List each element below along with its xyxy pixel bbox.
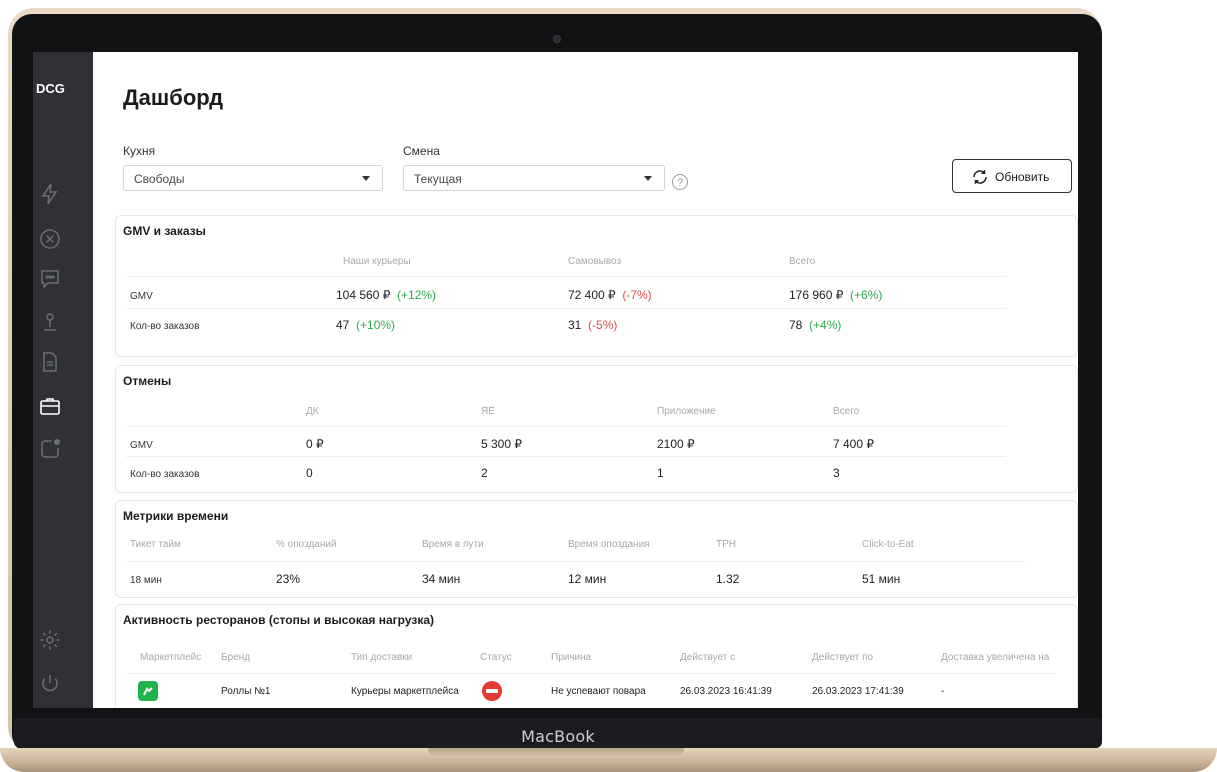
cancels-orders-total: 3 (833, 466, 840, 480)
stop-icon (482, 681, 502, 701)
cancels-orders-app: 1 (657, 466, 664, 480)
logo[interactable]: DCG (36, 77, 65, 101)
sidebar: DCG (33, 52, 93, 708)
kitchen-label: Кухня (123, 144, 156, 158)
tm-col-travel: Время в пути (422, 539, 484, 550)
marketplace-icon (138, 681, 158, 701)
kitchen-value: Свободы (134, 172, 185, 186)
cancels-orders-label: Кол-во заказов (130, 469, 200, 480)
orders-pickup-value: 31 (-5%) (568, 318, 618, 332)
cancels-col-dk: ДК (306, 406, 319, 417)
tm-col-delay: Время опоздания (568, 539, 650, 550)
tm-delay-value: 12 мин (568, 572, 607, 586)
cancels-col-ye: ЯЕ (481, 406, 495, 417)
lightning-icon[interactable] (38, 182, 62, 206)
act-increase: - (941, 686, 945, 697)
act-to: 26.03.2023 17:41:39 (812, 686, 904, 697)
act-col-from: Действует с (680, 652, 736, 663)
time-metrics-card: Метрики времени Тикет тайм % опозданий В… (115, 500, 1078, 598)
refresh-label: Обновить (995, 170, 1050, 184)
app-screen: DCG Дашборд Кухня Свободы Смена Текущая … (33, 52, 1078, 708)
cancels-orders-dk: 0 (306, 466, 313, 480)
gmv-title: GMV и заказы (123, 224, 206, 238)
gmv-card: GMV и заказы Наши курьеры Самовывоз Всег… (115, 215, 1078, 357)
tm-late-value: 23% (276, 572, 301, 586)
kitchen-select[interactable]: Свободы (123, 165, 383, 191)
page-title: Дашборд (123, 85, 224, 110)
cancels-gmv-dk: 0 ₽ (306, 437, 324, 451)
camera-icon (553, 35, 561, 43)
divider (126, 276, 1006, 277)
orders-total-value: 78 (+4%) (789, 318, 842, 332)
chevron-down-icon (644, 176, 652, 181)
gmv-row-label: GMV (130, 291, 153, 302)
cancels-gmv-label: GMV (130, 440, 153, 451)
tm-tph-value: 1.32 (716, 572, 740, 586)
tm-col-click: Click-to-Eat (862, 539, 914, 550)
tm-ticket-value: 18 мин (130, 575, 162, 586)
tm-col-tph: TPH (716, 539, 736, 550)
cancels-gmv-app: 2100 ₽ (657, 437, 695, 451)
main-content: Дашборд Кухня Свободы Смена Текущая ? Об… (93, 52, 1078, 708)
cancels-orders-ye: 2 (481, 466, 488, 480)
act-col-brand: Бренд (221, 652, 251, 663)
notification-icon[interactable] (38, 437, 62, 461)
tm-col-ticket: Тикет тайм (130, 539, 181, 550)
help-icon[interactable]: ? (672, 174, 688, 190)
refresh-icon (973, 170, 987, 184)
cancels-col-app: Приложение (657, 406, 716, 417)
brand-label: MacBook (521, 727, 595, 746)
act-delivery: Курьеры маркетплейса (351, 686, 459, 697)
cancels-card: Отмены ДК ЯЕ Приложение Всего GMV 0 ₽ 5 … (115, 365, 1078, 493)
act-from: 26.03.2023 16:41:39 (680, 686, 772, 697)
orders-row-label: Кол-во заказов (130, 321, 200, 332)
shift-label: Смена (403, 144, 440, 158)
act-col-to: Действует по (812, 652, 874, 663)
tm-click-value: 51 мин (862, 572, 901, 586)
activity-title: Активность ресторанов (стопы и высокая н… (123, 613, 434, 627)
tm-travel-value: 34 мин (422, 572, 461, 586)
shift-value: Текущая (414, 172, 462, 186)
act-reason: Не успевают повара (551, 686, 646, 697)
joystick-icon[interactable] (38, 310, 62, 334)
tm-col-late: % опозданий (276, 539, 337, 550)
document-icon[interactable] (38, 350, 62, 374)
time-metrics-title: Метрики времени (123, 509, 229, 523)
chevron-down-icon (362, 176, 370, 181)
gmv-total-value: 176 960 ₽ (+6%) (789, 288, 883, 302)
act-col-reason: Причина (551, 652, 592, 663)
close-circle-icon[interactable] (38, 227, 62, 251)
act-col-marketplace: Маркетплейс (140, 652, 202, 663)
act-col-delivery: Тип доставки (351, 652, 413, 663)
divider (126, 426, 1006, 427)
divider (126, 456, 1006, 457)
briefcase-icon[interactable] (38, 394, 62, 418)
laptop-notch (428, 748, 684, 758)
divider (126, 308, 1006, 309)
gear-icon[interactable] (38, 628, 62, 652)
refresh-button[interactable]: Обновить (952, 159, 1072, 193)
gmv-col-pickup: Самовывоз (568, 256, 622, 267)
divider (126, 561, 1026, 562)
gmv-col-total: Всего (789, 256, 816, 267)
act-brand: Роллы №1 (221, 686, 271, 697)
gmv-couriers-value: 104 560 ₽ (+12%) (336, 288, 437, 302)
act-col-status: Статус (480, 652, 512, 663)
cancels-col-total: Всего (833, 406, 860, 417)
cancels-title: Отмены (123, 374, 172, 388)
orders-couriers-value: 47 (+10%) (336, 318, 396, 332)
chat-icon[interactable] (38, 267, 62, 291)
gmv-pickup-value: 72 400 ₽ (-7%) (568, 288, 652, 302)
gmv-col-couriers: Наши курьеры (343, 256, 411, 267)
cancels-gmv-total: 7 400 ₽ (833, 437, 874, 451)
divider (126, 673, 1056, 674)
act-col-increase: Доставка увеличена на (941, 652, 1050, 663)
activity-card: Активность ресторанов (стопы и высокая н… (115, 604, 1078, 708)
power-icon[interactable] (38, 672, 62, 696)
cancels-gmv-ye: 5 300 ₽ (481, 437, 522, 451)
shift-select[interactable]: Текущая (403, 165, 665, 191)
laptop-chin: MacBook (14, 718, 1102, 748)
